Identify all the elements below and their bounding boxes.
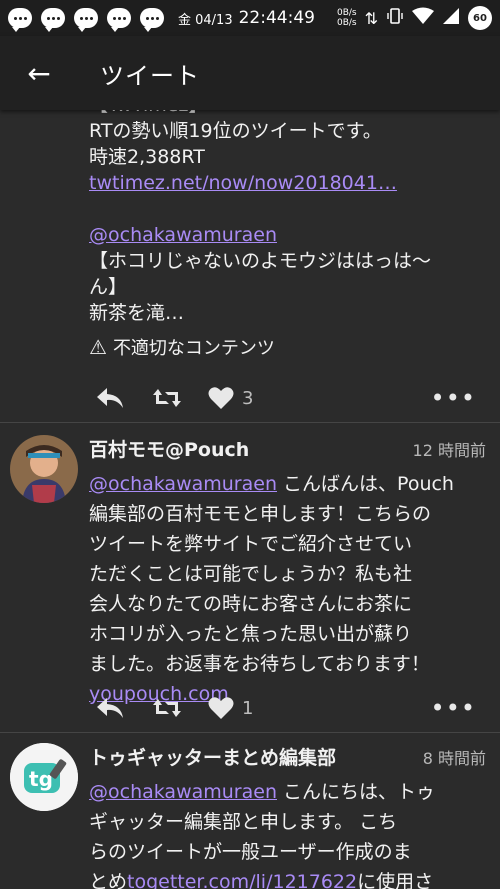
status-time: 22:44:49 <box>238 8 315 28</box>
more-options-icon[interactable]: ••• <box>431 384 476 412</box>
heart-icon <box>208 387 234 409</box>
arrow-left-icon: ← <box>27 56 51 90</box>
mention-link[interactable]: @ochakawamuraen <box>89 781 277 803</box>
chat-bubble-icon <box>107 8 131 32</box>
retweet-icon <box>153 389 181 407</box>
tweet-link[interactable]: twtimez.net/now/now2018041… <box>89 172 397 194</box>
retweet-button[interactable] <box>152 697 208 719</box>
retweet-icon <box>153 699 181 717</box>
vibrate-icon <box>386 7 404 29</box>
network-speed: 0B/s 0B/s <box>336 8 357 28</box>
reply-icon <box>97 698 123 718</box>
divider <box>0 732 500 733</box>
reply-button[interactable] <box>96 697 152 719</box>
tweet-feed[interactable]: 【TwTimez】 RTの勢い順19位のツイートです。 時速2,388RT tw… <box>0 110 500 889</box>
chat-bubble-icon <box>140 8 164 32</box>
status-bar: 金 04/13 22:44:49 0B/s 0B/s ⇅ 60 <box>0 0 500 36</box>
tweet-item[interactable]: 百村モモ@Pouch 12 時間前 @ochakawamuraen こんばんは、… <box>0 435 500 709</box>
data-transfer-icon: ⇅ <box>364 8 378 28</box>
like-count: 3 <box>242 387 254 409</box>
like-button[interactable]: 3 <box>208 386 253 410</box>
more-options-icon[interactable]: ••• <box>431 694 476 722</box>
avatar[interactable]: tg <box>10 743 78 811</box>
tweet-actions: 3 ••• <box>96 384 476 412</box>
tweet-body: @ochakawamuraen こんばんは、Pouch 編集部の百村モモと申しま… <box>89 473 454 705</box>
author-name[interactable]: 百村モモ@Pouch <box>89 435 249 462</box>
divider <box>0 422 500 423</box>
retweet-button[interactable] <box>152 387 208 409</box>
reply-icon <box>97 388 123 408</box>
mention-link[interactable]: @ochakawamuraen <box>89 473 277 495</box>
chat-bubble-icon <box>8 8 32 32</box>
svg-text:tg: tg <box>29 767 53 791</box>
tweet-body: 【TwTimez】 RTの勢い順19位のツイートです。 時速2,388RT tw… <box>89 110 432 324</box>
avatar[interactable] <box>10 435 78 503</box>
author-name[interactable]: トゥギャッターまとめ編集部 <box>89 743 336 770</box>
wifi-icon <box>412 7 434 29</box>
warning-icon: ⚠ <box>89 335 107 359</box>
tweet-link[interactable]: togetter.com/li/1217622 <box>127 871 357 889</box>
like-count: 1 <box>242 697 254 719</box>
notification-icons <box>8 8 164 32</box>
reply-button[interactable] <box>96 387 152 409</box>
timestamp: 8 時間前 <box>422 749 486 768</box>
sensitive-content-toggle[interactable]: ⚠ 不適切なコンテンツ <box>89 334 484 360</box>
back-button[interactable]: ← <box>0 36 78 110</box>
app-bar: ← ツイート <box>0 36 500 110</box>
signal-icon <box>442 7 460 29</box>
tweet-actions: 1 ••• <box>96 694 476 722</box>
mention-link[interactable]: @ochakawamuraen <box>89 224 277 246</box>
heart-icon <box>208 697 234 719</box>
like-button[interactable]: 1 <box>208 696 253 720</box>
page-title: ツイート <box>100 61 200 90</box>
tweet-body: @ochakawamuraen こんにちは、トゥ ギャッター編集部と申します。 … <box>89 777 486 889</box>
chat-bubble-icon <box>41 8 65 32</box>
timestamp: 12 時間前 <box>412 441 486 460</box>
sensitive-label: 不適切なコンテンツ <box>112 338 275 359</box>
battery-icon: 60 <box>468 6 492 30</box>
chat-bubble-icon <box>74 8 98 32</box>
status-date: 金 04/13 <box>178 12 233 28</box>
tweet-item[interactable]: tg トゥギャッターまとめ編集部 8 時間前 @ochakawamuraen こ… <box>0 743 500 889</box>
